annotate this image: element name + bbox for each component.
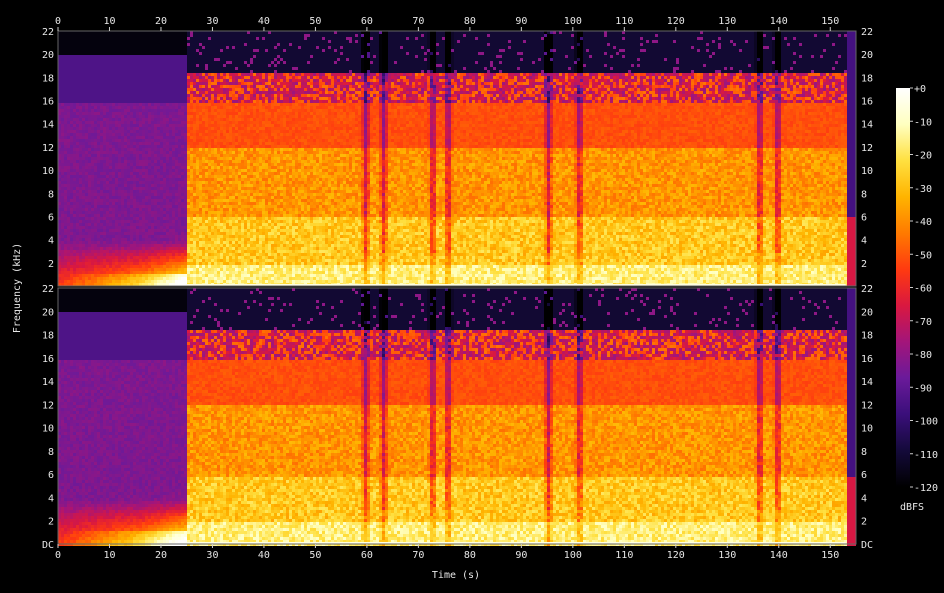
- x-tick-label-top: 50: [309, 16, 321, 27]
- spectrogram-figure: 0 0 10 10 20 20 30 30 40 40 50 50 60 60 70 70 80 80 90 90 10…: [12, 16, 938, 581]
- x-tick-label: 100: [564, 550, 582, 561]
- y-tick-label-right: DC: [861, 540, 873, 551]
- y-tick-label-right: 12: [861, 143, 873, 154]
- y-tick-label-left: 16: [42, 354, 54, 365]
- y-tick-label-left: 22: [42, 284, 54, 295]
- x-tick-label: 130: [718, 550, 736, 561]
- y-tick-label-left: 14: [42, 377, 54, 388]
- y-tick-label-right: 20: [861, 50, 873, 61]
- y-tick-label-right: 16: [861, 354, 873, 365]
- x-tick-label: 60: [361, 550, 373, 561]
- colorbar-tick-label: -100: [914, 417, 938, 428]
- colorbar-tick-label: -30: [914, 184, 932, 195]
- y-tick-label-right: 8: [861, 189, 867, 200]
- x-tick-label: 40: [258, 550, 270, 561]
- y-tick-label-left: 2: [48, 259, 54, 270]
- x-tick-label-top: 0: [55, 16, 61, 27]
- x-tick-label: 80: [464, 550, 476, 561]
- y-tick-label-left: 8: [48, 447, 54, 458]
- y-tick-label-right: 18: [861, 73, 873, 84]
- y-tick-label-left: 10: [42, 166, 54, 177]
- y-tick-label-left: 22: [42, 27, 54, 38]
- y-tick-label-left: 14: [42, 120, 54, 131]
- x-tick-label-top: 10: [103, 16, 115, 27]
- colorbar-tick-label: -60: [914, 284, 932, 295]
- y-tick-label-left: 18: [42, 73, 54, 84]
- y-tick-label-right: 2: [861, 259, 867, 270]
- x-tick-label-top: 70: [412, 16, 424, 27]
- y-tick-label-right: 14: [861, 377, 873, 388]
- x-tick-label-top: 130: [718, 16, 736, 27]
- colorbar: [896, 88, 910, 487]
- x-tick-label-top: 110: [615, 16, 633, 27]
- x-tick-label-top: 20: [155, 16, 167, 27]
- y-tick-label-left: 20: [42, 50, 54, 61]
- colorbar-tick-label: -120: [914, 483, 938, 494]
- x-tick-label-top: 40: [258, 16, 270, 27]
- x-tick-label-top: 60: [361, 16, 373, 27]
- x-tick-label-top: 90: [515, 16, 527, 27]
- colorbar-tick-label: -40: [914, 217, 932, 228]
- y-tick-label-left: 8: [48, 189, 54, 200]
- y-tick-label-left: 20: [42, 307, 54, 318]
- y-tick-label-left: 6: [48, 470, 54, 481]
- x-tick-label: 30: [206, 550, 218, 561]
- x-tick-label: 50: [309, 550, 321, 561]
- y-tick-label-right: 16: [861, 97, 873, 108]
- x-tick-label: 10: [103, 550, 115, 561]
- x-tick-label-top: 140: [770, 16, 788, 27]
- y-tick-label-left: 12: [42, 143, 54, 154]
- x-tick-label: 70: [412, 550, 424, 561]
- y-tick-label-right: 10: [861, 166, 873, 177]
- y-tick-label-left: 12: [42, 400, 54, 411]
- colorbar-tick-label: -90: [914, 383, 932, 394]
- y-tick-label-left: 2: [48, 517, 54, 528]
- spectrogram-channel-2: [58, 288, 856, 546]
- x-tick-label-top: 100: [564, 16, 582, 27]
- y-tick-label-left: 10: [42, 424, 54, 435]
- y-tick-label-right: 4: [861, 493, 867, 504]
- colorbar-title: dBFS: [900, 502, 924, 513]
- x-tick-label: 140: [770, 550, 788, 561]
- x-tick-label-top: 150: [821, 16, 839, 27]
- colorbar-tick-label: +0: [914, 84, 926, 95]
- x-axis-title: Time (s): [432, 570, 480, 581]
- y-tick-label-left: 16: [42, 97, 54, 108]
- y-tick-label-right: 20: [861, 307, 873, 318]
- y-tick-label-left: 4: [48, 493, 54, 504]
- x-tick-label-top: 30: [206, 16, 218, 27]
- y-tick-label-left: 18: [42, 331, 54, 342]
- y-tick-label-right: 22: [861, 27, 873, 38]
- x-tick-label: 20: [155, 550, 167, 561]
- x-tick-label: 120: [667, 550, 685, 561]
- y-tick-label-right: 8: [861, 447, 867, 458]
- y-tick-label-right: 18: [861, 331, 873, 342]
- x-tick-label-top: 120: [667, 16, 685, 27]
- y-axis-title: Frequency (kHz): [12, 243, 23, 333]
- y-tick-label-right: 6: [861, 212, 867, 223]
- colorbar-tick-label: -80: [914, 350, 932, 361]
- spectrogram-channel-1: [58, 31, 856, 286]
- colorbar-tick-label: -10: [914, 117, 932, 128]
- y-tick-label-left: DC: [42, 540, 54, 551]
- colorbar-tick-label: -70: [914, 317, 932, 328]
- y-tick-label-right: 22: [861, 284, 873, 295]
- colorbar-tick-label: -50: [914, 250, 932, 261]
- y-tick-label-right: 10: [861, 424, 873, 435]
- x-tick-label: 90: [515, 550, 527, 561]
- y-tick-label-right: 12: [861, 400, 873, 411]
- colorbar-tick-label: -110: [914, 450, 938, 461]
- x-tick-label: 110: [615, 550, 633, 561]
- y-tick-label-right: 2: [861, 517, 867, 528]
- y-tick-label-right: 14: [861, 120, 873, 131]
- y-tick-label-left: 6: [48, 212, 54, 223]
- y-tick-label-right: 4: [861, 236, 867, 247]
- x-tick-label-top: 80: [464, 16, 476, 27]
- y-tick-label-right: 6: [861, 470, 867, 481]
- y-tick-label-left: 4: [48, 236, 54, 247]
- x-tick-label: 0: [55, 550, 61, 561]
- colorbar-tick-label: -20: [914, 151, 932, 162]
- x-tick-label: 150: [821, 550, 839, 561]
